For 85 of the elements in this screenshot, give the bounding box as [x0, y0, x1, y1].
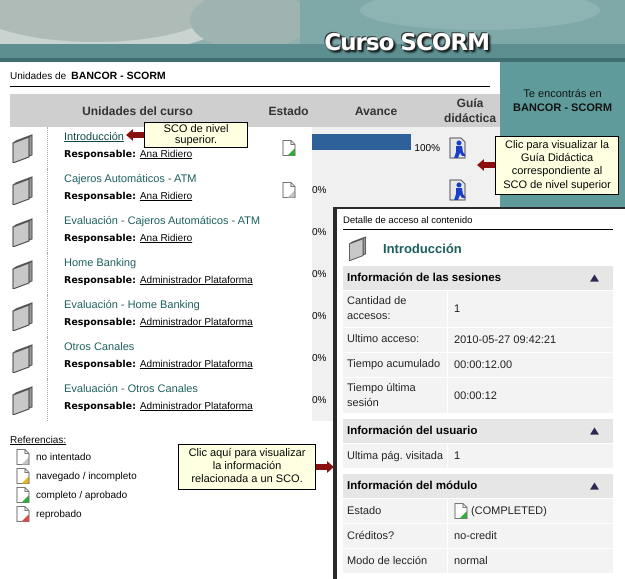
callout-note: Clic aquí para visualizar la información relacionada a un SCO. — [178, 444, 316, 490]
progress-value: 0% — [312, 352, 326, 364]
field-value: 2010-05-27 09:42:21 — [454, 334, 556, 346]
field-value: no-credit — [454, 530, 497, 542]
responsible-link[interactable]: Administrador Plataforma — [140, 275, 253, 286]
progress-value: 100% — [414, 142, 440, 154]
arrow-left-icon — [126, 129, 144, 141]
legend-title: Referencias: — [10, 435, 66, 446]
triangle-icon[interactable] — [590, 274, 599, 282]
responsible-link[interactable]: Administrador Plataforma — [140, 359, 253, 370]
status-icon — [16, 487, 30, 503]
progress-value: 0% — [312, 226, 326, 238]
responsible-label: Responsable: — [64, 317, 136, 328]
responsible-link[interactable]: Ana Ridiero — [140, 191, 192, 202]
column-header: Guía didáctica — [442, 96, 498, 126]
status-icon — [16, 449, 30, 465]
legend-label: reprobado — [36, 508, 82, 520]
responsible-label: Responsable: — [64, 191, 136, 202]
course-title: Curso SCORM — [324, 30, 489, 56]
field-label: Tiempo acumulado — [346, 357, 442, 372]
unit-link[interactable]: Evaluación - Home Banking — [64, 299, 200, 311]
progress-value: 0% — [312, 268, 326, 280]
triangle-icon[interactable] — [590, 427, 599, 436]
panel-title: Introducción — [383, 240, 462, 256]
responsible-link[interactable]: Ana Ridiero — [140, 149, 192, 160]
legend-label: navegado / incompleto — [36, 470, 137, 482]
field-value: 00:00:12 — [454, 390, 497, 402]
legend-label: completo / aprobado — [36, 490, 128, 500]
field-value: 1 — [454, 302, 460, 315]
location-course: BANCOR - SCORM — [513, 102, 612, 114]
arrow-left-icon — [477, 159, 495, 172]
column-header: Avance — [354, 104, 398, 118]
field-label: Créditos? — [346, 528, 396, 544]
arrow-right-icon — [316, 460, 334, 473]
status-icon — [16, 506, 30, 522]
field-label: Tiempo última sesión — [346, 380, 417, 411]
breadcrumb-label: Unidades de — [10, 71, 66, 82]
column-header: Unidades del curso — [81, 104, 194, 118]
document-person-icon[interactable] — [449, 179, 467, 201]
unit-link[interactable]: Evaluación - Otros Canales — [64, 383, 198, 395]
responsible-link[interactable]: Administrador Plataforma — [140, 317, 253, 328]
status-icon[interactable] — [282, 140, 296, 156]
field-label: Ultimo acceso: — [346, 332, 420, 348]
status-icon[interactable] — [282, 182, 296, 198]
field-value: 00:00:12.00 — [454, 358, 512, 371]
folder-icon — [347, 235, 369, 261]
progress-value: 0% — [312, 394, 326, 406]
callout-note: Clic para visualizar la Guía Didáctica correspondiente al SCO de nivel superior — [495, 136, 619, 195]
unit-link[interactable]: Introducción — [64, 131, 124, 143]
unit-link[interactable]: Evaluación - Cajeros Automáticos - ATM — [64, 215, 260, 227]
field-label: Cantidad de accesos: — [346, 294, 408, 324]
callout-note: SCO de nivel superior. — [144, 122, 248, 148]
responsible-link[interactable]: Administrador Plataforma — [140, 401, 253, 412]
section-title: Información del módulo — [347, 480, 478, 492]
section-title: Información de las sesiones — [347, 272, 502, 284]
responsible-label: Responsable: — [64, 233, 136, 244]
breadcrumb-course: BANCOR - SCORM — [71, 70, 166, 82]
field-label: Ultima pág. visitada — [346, 448, 444, 464]
unit-link[interactable]: Home Banking — [64, 257, 136, 269]
responsible-label: Responsable: — [64, 275, 136, 286]
responsible-label: Responsable: — [64, 359, 136, 370]
section-header[interactable]: Información de las sesiones — [343, 266, 613, 290]
field-label: Estado — [346, 504, 382, 519]
field-value: (COMPLETED) — [471, 505, 547, 518]
field-value: 1 — [454, 450, 460, 462]
panel-caption: Detalle de acceso al contenido — [343, 215, 613, 230]
unit-link[interactable]: Otros Canales — [64, 341, 134, 353]
field-value: normal — [454, 555, 488, 568]
section-title: Información del usuario — [347, 425, 478, 438]
responsible-label: Responsable: — [64, 149, 136, 160]
legend-label: no intentado — [36, 452, 92, 462]
location-label: Te encontrás en — [523, 88, 602, 100]
status-icon — [454, 503, 468, 520]
unit-link[interactable]: Cajeros Automáticos - ATM — [64, 173, 196, 185]
section-header[interactable]: Información del usuario — [343, 419, 613, 444]
progress-value: 0% — [312, 184, 326, 196]
status-icon — [16, 468, 30, 484]
responsible-label: Responsable: — [64, 401, 136, 412]
responsible-link[interactable]: Ana Ridiero — [140, 233, 192, 244]
triangle-icon[interactable] — [590, 482, 599, 490]
progress-value: 0% — [312, 310, 326, 322]
document-person-icon[interactable] — [449, 137, 467, 159]
section-header[interactable]: Información del módulo — [343, 474, 613, 498]
field-label: Modo de lección — [346, 554, 428, 569]
column-header: Estado — [267, 104, 310, 118]
